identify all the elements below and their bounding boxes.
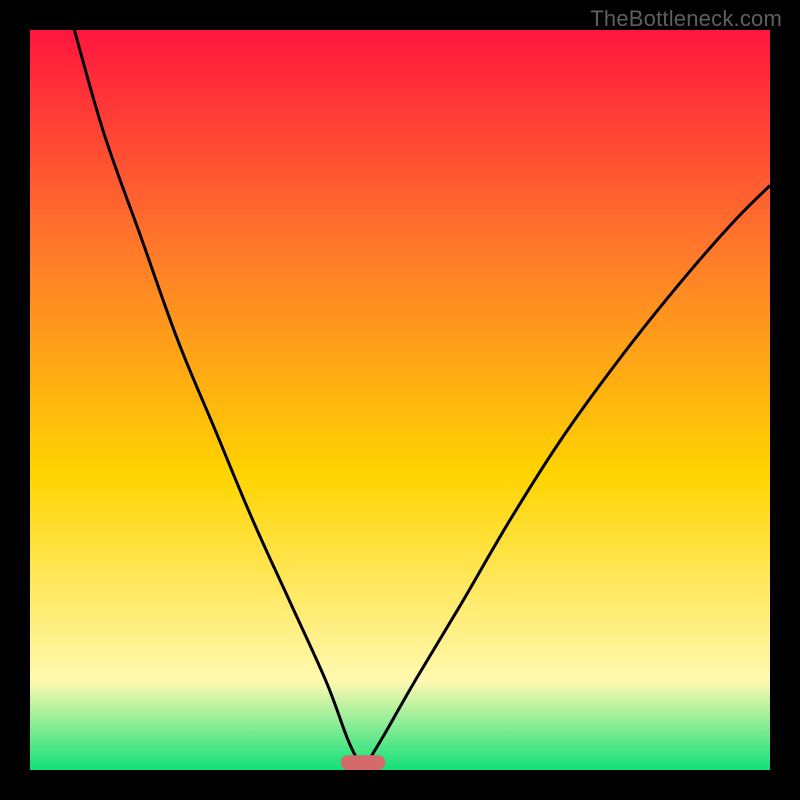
optimal-marker bbox=[341, 755, 385, 770]
plot-area bbox=[30, 30, 770, 770]
watermark-text: TheBottleneck.com bbox=[590, 6, 782, 32]
bottleneck-chart bbox=[0, 0, 800, 800]
chart-container: TheBottleneck.com bbox=[0, 0, 800, 800]
